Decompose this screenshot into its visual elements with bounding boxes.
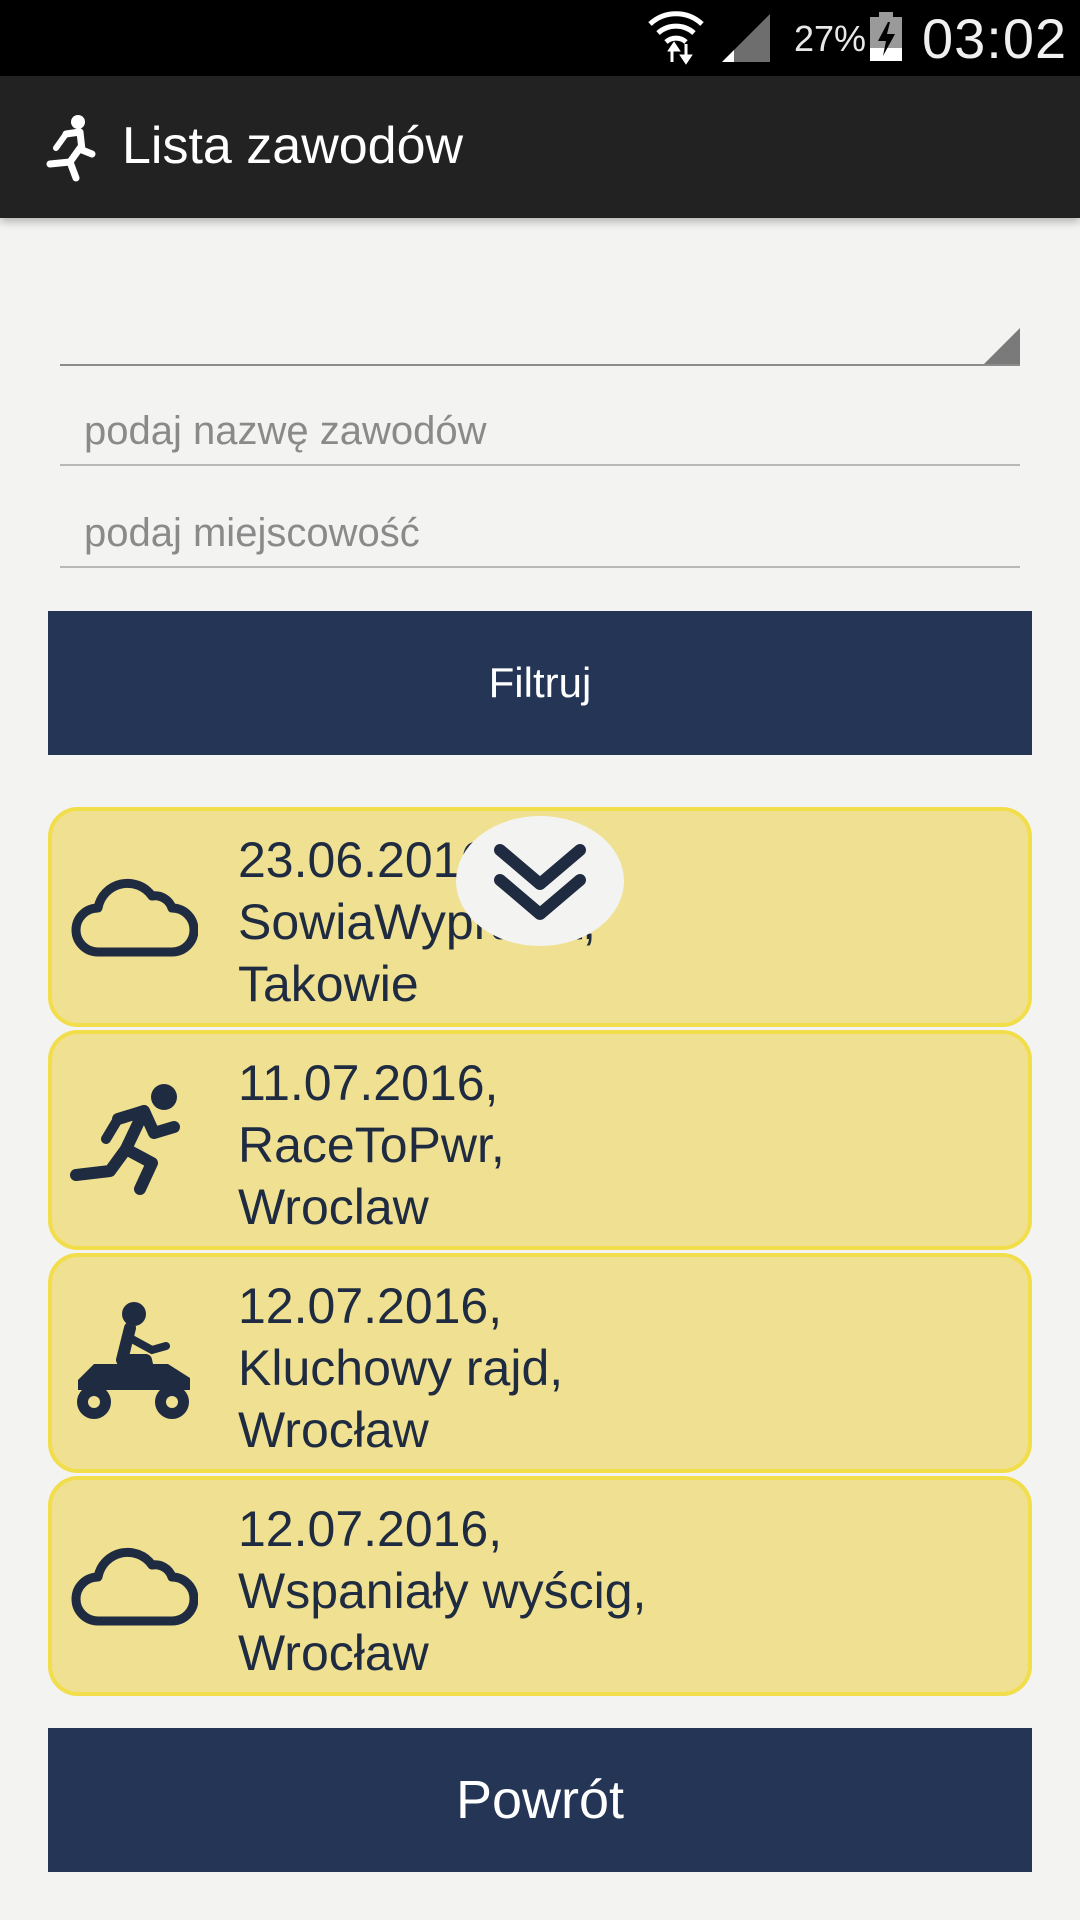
event-date: 12.07.2016, [238, 1278, 503, 1334]
scroll-down-button[interactable] [456, 816, 624, 946]
city-input[interactable] [60, 506, 1020, 568]
event-card[interactable]: 11.07.2016, RaceToPwr, Wroclaw [48, 1030, 1032, 1250]
chevron-double-down-icon [494, 844, 586, 920]
wifi-icon [648, 11, 704, 65]
status-bar: 27% 03:02 [0, 0, 1080, 76]
page-title: Lista zawodów [122, 117, 464, 175]
category-spinner[interactable] [60, 300, 1020, 366]
status-clock: 03:02 [922, 7, 1068, 70]
runner-icon [46, 115, 96, 182]
quad-bike-icon [77, 1302, 190, 1419]
battery-charging-icon [870, 12, 902, 61]
cloud-icon [71, 878, 198, 957]
event-city: Takowie [238, 956, 419, 1012]
app-bar: Lista zawodów [0, 76, 1080, 218]
battery-percentage: 27% [794, 18, 867, 59]
event-date: 12.07.2016, [238, 1501, 503, 1557]
event-card[interactable]: 12.07.2016, Wspaniały wyścig, Wrocław [48, 1476, 1032, 1696]
dropdown-triangle-icon [984, 328, 1020, 364]
event-card[interactable]: 12.07.2016, Kluchowy rajd, Wrocław [48, 1253, 1032, 1473]
event-date: 11.07.2016, [238, 1055, 499, 1111]
event-city: Wrocław [238, 1402, 429, 1458]
event-city: Wrocław [238, 1625, 429, 1681]
signal-icon [722, 14, 770, 62]
runner-icon [70, 1084, 180, 1195]
filter-button[interactable]: Filtruj [48, 611, 1032, 755]
back-button[interactable]: Powrót [48, 1728, 1032, 1872]
cloud-icon [71, 1547, 198, 1626]
event-name: Wspaniały wyścig, [238, 1563, 647, 1619]
event-name-input[interactable] [60, 404, 1020, 466]
event-name: Kluchowy rajd, [238, 1340, 564, 1396]
event-city: Wroclaw [238, 1179, 429, 1235]
event-name: RaceToPwr, [238, 1117, 505, 1173]
